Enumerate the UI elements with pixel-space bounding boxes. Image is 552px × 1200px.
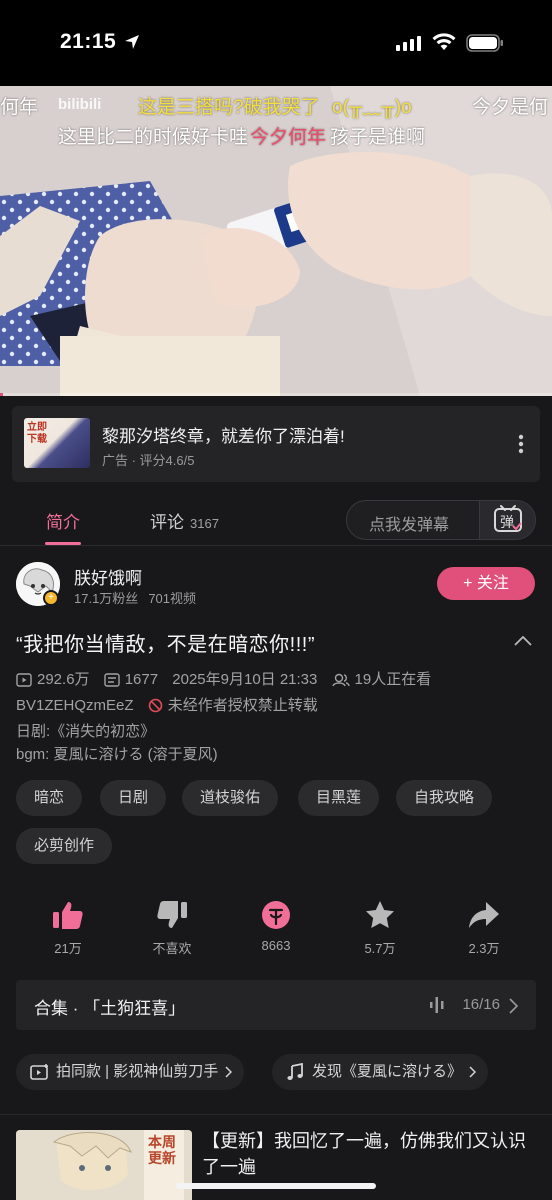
dislike-label: 不喜欢 (152, 941, 192, 956)
share-button[interactable]: 2.3万 (444, 900, 524, 957)
danmaku-icon: 弹 (494, 505, 522, 532)
recommended-video-thumbnail[interactable]: 本周更新 (16, 1130, 192, 1200)
music-chip[interactable]: 发现《夏風に溶ける》 (272, 1054, 489, 1090)
no-repost-icon (148, 698, 163, 713)
share-count: 2.3万 (468, 941, 500, 956)
danmaku-comment: o(╥﹏╥)o (332, 97, 412, 118)
tab-bar: 简介 评论 3167 点我发弹幕 弹 (0, 494, 552, 546)
video-id-line: BV1ZEHQzmEeZ 未经作者授权禁止转载 (16, 694, 318, 715)
danmaku-settings-button[interactable]: 弹 (479, 501, 535, 539)
ad-thumbnail-text: 立即下载 (27, 422, 47, 445)
cellular-signal-icon (396, 36, 421, 51)
like-count: 21万 (54, 941, 82, 956)
status-time: 21:15 (60, 30, 117, 53)
tab-active-indicator (45, 542, 81, 545)
ad-title: 黎那汐塔终章，就差你了漂泊着! (102, 427, 345, 446)
home-indicator[interactable] (176, 1183, 376, 1189)
danmaku-icon-text: 弹 (500, 515, 514, 531)
video-progress-fill (0, 393, 3, 396)
share-arrow-icon (469, 902, 499, 928)
tag-chip[interactable]: 必剪创作 (16, 828, 113, 864)
wifi-icon (432, 33, 456, 50)
description-line: 日剧:《消失的初恋》 (16, 723, 156, 740)
ad-thumbnail: 立即下载 (24, 418, 90, 468)
equalizer-icon (430, 997, 444, 1013)
description-line: bgm: 夏風に溶ける (溶于夏风) (16, 746, 218, 763)
comment-count: 3167 (190, 516, 219, 531)
tab-comments[interactable]: 评论 3167 (150, 508, 219, 533)
danmaku-input[interactable]: 点我发弹幕 弹 (346, 500, 536, 540)
publish-date: 2025年9月10日 21:33 (172, 671, 318, 688)
uploader-name[interactable]: 朕好饿啊 (74, 564, 142, 589)
danmaku-count: 1677 (124, 671, 159, 688)
favorite-button[interactable]: 5.7万 (340, 900, 420, 957)
tag-chip[interactable]: 暗恋 (16, 780, 83, 816)
collection-progress: 16/16 (462, 996, 500, 1013)
like-button[interactable]: 21万 (28, 900, 108, 957)
tab-intro[interactable]: 简介 (46, 508, 80, 533)
ad-card[interactable]: 立即下载 黎那汐塔终章，就差你了漂泊着! 广告 · 评分4.6/5 (12, 406, 540, 482)
status-bar: 21:15 (0, 0, 552, 86)
watching-count: 19人正在看 (354, 671, 432, 688)
section-divider (0, 1114, 552, 1115)
tag-chip[interactable]: 日剧 (100, 780, 167, 816)
favorite-count: 5.7万 (364, 941, 396, 956)
collection-card[interactable]: 合集 · 「土狗狂喜」 16/16 (16, 980, 536, 1030)
thumbnail-text: 本周更新 (148, 1134, 176, 1166)
star-icon (366, 901, 394, 928)
coin-button[interactable]: 8663 (236, 900, 316, 953)
video-watermark: bilibili (58, 96, 102, 113)
chevron-right-icon (225, 1066, 233, 1078)
battery-icon (466, 34, 503, 52)
same-style-label: 拍同款 | 影视神仙剪刀手 (56, 1063, 219, 1080)
bvid[interactable]: BV1ZEHQzmEeZ (16, 697, 134, 714)
danmaku-comment: 何年 (0, 97, 39, 118)
tag-chip[interactable]: 道枝骏佑 (182, 780, 279, 816)
coin-count: 8663 (261, 938, 291, 953)
follow-button[interactable]: + 关注 (437, 567, 535, 600)
danmaku-comment: 孩子是谁啊 (330, 127, 426, 148)
chevron-right-icon (509, 998, 518, 1014)
thumbs-down-icon (157, 901, 187, 928)
music-note-icon (287, 1063, 303, 1080)
video-create-icon (30, 1064, 48, 1080)
tab-comments-label: 评论 (150, 513, 184, 532)
music-label: 发现《夏風に溶ける》 (312, 1063, 463, 1080)
uploader-videos: 701视频 (148, 591, 197, 606)
uploader-fans: 17.1万粉丝 (74, 591, 139, 606)
location-arrow-icon (125, 35, 139, 49)
coin-icon (262, 901, 290, 929)
danmaku-comment: 这是三搭吗?破我哭了 (138, 97, 320, 118)
video-player[interactable]: MO bilibili 何年 这是三搭吗?破我哭了 o(╥﹏╥)o 今夕是何 这… (0, 86, 552, 396)
collection-title: 合集 · 「土狗狂喜」 (34, 999, 186, 1018)
chevron-right-icon (469, 1066, 477, 1078)
copyright-notice: 未经作者授权禁止转载 (167, 697, 318, 714)
verified-badge-icon: + (43, 590, 59, 606)
ad-subtitle: 广告 · 评分4.6/5 (102, 453, 195, 468)
video-title: “我把你当情敌，不是在暗恋你!!!” (16, 634, 315, 656)
play-count-icon (16, 673, 32, 687)
danmaku-comment: 今夕何年 (250, 127, 327, 148)
tag-chip[interactable]: 目黑莲 (298, 780, 380, 816)
more-options-icon[interactable] (518, 434, 524, 454)
dislike-button[interactable]: 不喜欢 (132, 900, 212, 957)
same-style-chip[interactable]: 拍同款 | 影视神仙剪刀手 (16, 1054, 245, 1090)
tag-chip[interactable]: 自我攻略 (396, 780, 493, 816)
video-progress-bar[interactable] (0, 393, 552, 396)
danmaku-comment: 这里比二的时候好卡哇 (58, 127, 249, 148)
danmaku-comment: 今夕是何 (472, 97, 549, 118)
uploader-stats: 17.1万粉丝 701视频 (74, 588, 196, 607)
danmaku-count-icon (104, 673, 120, 687)
chevron-up-icon[interactable] (514, 636, 532, 646)
thumbs-up-icon (53, 902, 83, 929)
danmaku-input-placeholder: 点我发弹幕 (369, 517, 450, 534)
video-stats-line: 292.6万 1677 2025年9月10日 21:33 19人正在看 (16, 668, 431, 689)
viewers-icon (331, 673, 350, 687)
view-count: 292.6万 (37, 671, 90, 688)
recommended-video-title[interactable]: 【更新】我回忆了一遍，仿佛我们又认识了一遍 (202, 1128, 538, 1180)
